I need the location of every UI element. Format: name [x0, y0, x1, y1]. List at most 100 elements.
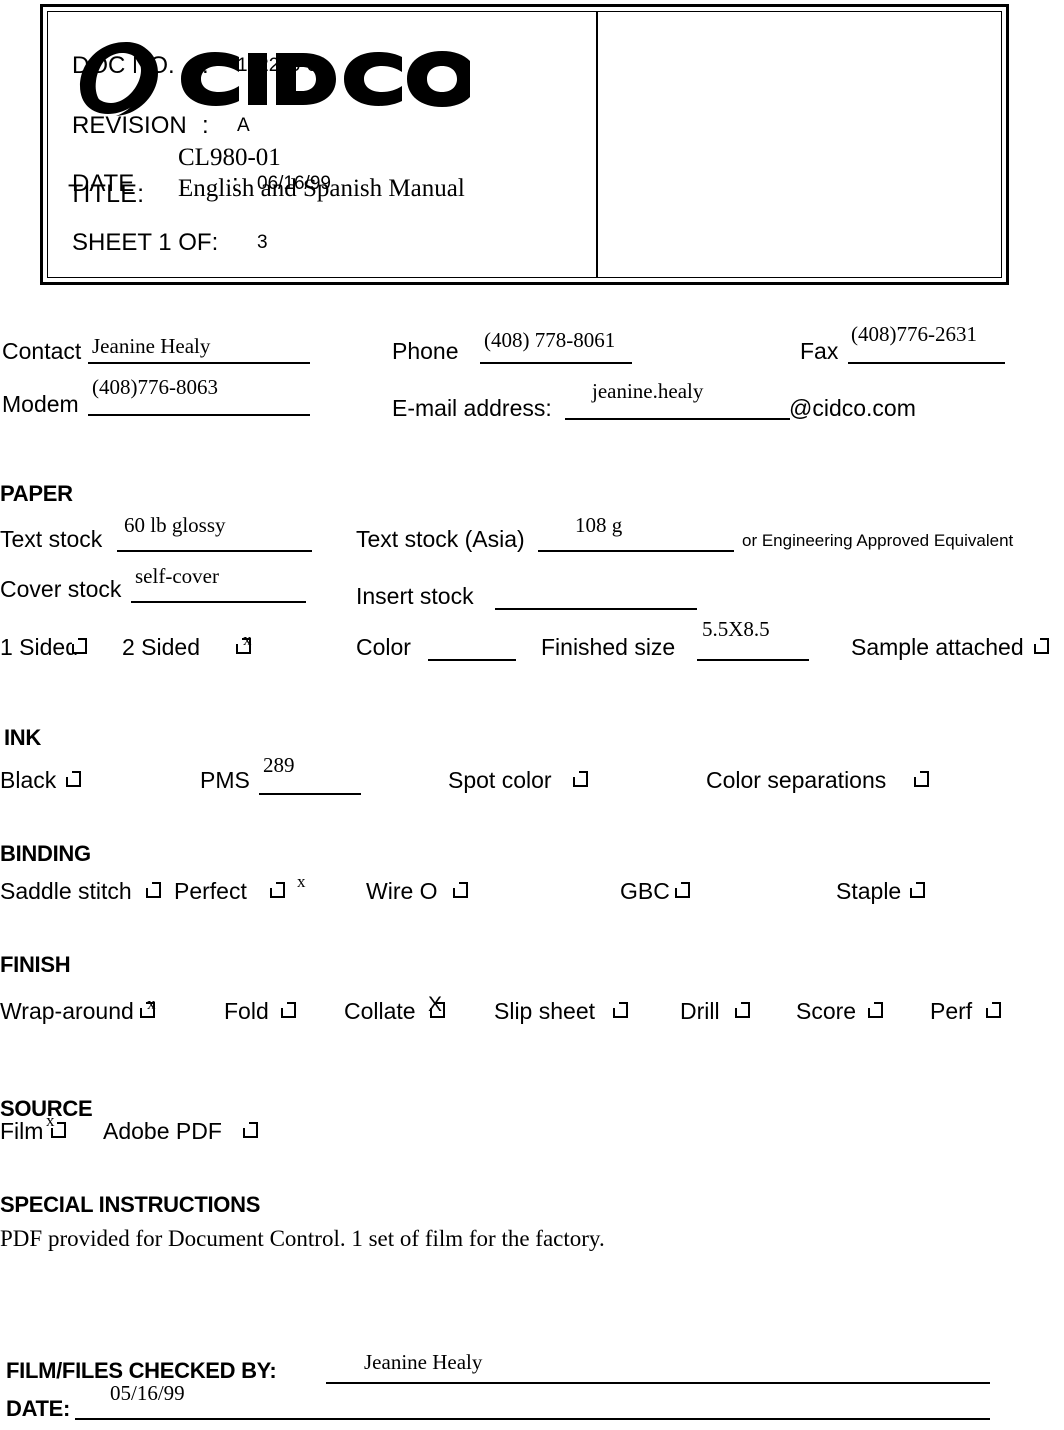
email-field-rule[interactable]	[565, 418, 790, 420]
date-value: 06/16/99	[257, 173, 331, 194]
phone-field-rule[interactable]	[480, 362, 632, 364]
wire-o-label: Wire O	[366, 878, 438, 904]
film-files-checked-by-value: Jeanine Healy	[364, 1350, 483, 1374]
perfect-checkbox[interactable]	[269, 881, 285, 898]
date-label: DATE	[72, 170, 135, 197]
collate-check-mark: X	[428, 993, 443, 1016]
collate-label: Collate	[344, 998, 416, 1024]
text-stock-rule[interactable]	[117, 550, 312, 552]
contact-value: Jeanine Healy	[92, 334, 211, 358]
date-signoff-rule[interactable]	[75, 1418, 990, 1420]
revision-colon: :	[202, 112, 209, 139]
section-heading-binding: BINDING	[0, 841, 91, 866]
score-label: Score	[796, 998, 857, 1024]
doc-no-value: 102230-01	[237, 55, 328, 76]
document-header-inner-border: R TITLE: CL980-01 English and Spanish Ma…	[47, 11, 1002, 278]
saddle-stitch-checkbox[interactable]	[145, 881, 161, 898]
black-checkbox[interactable]	[65, 770, 81, 787]
date-signoff-label: DATE:	[6, 1396, 71, 1421]
fax-value: (408)776-2631	[851, 322, 977, 346]
fax-field-rule[interactable]	[848, 362, 1005, 364]
insert-stock-rule[interactable]	[495, 608, 697, 610]
drill-checkbox[interactable]	[734, 1001, 750, 1018]
score-checkbox[interactable]	[867, 1001, 883, 1018]
film-label: Film	[0, 1118, 44, 1144]
finished-size-value: 5.5X8.5	[702, 617, 770, 641]
revision-label: REVISION	[72, 112, 187, 139]
film-check-mark: x	[46, 1111, 55, 1130]
modem-value: (408)776-8063	[92, 375, 218, 399]
phone-value: (408) 778-8061	[484, 328, 616, 352]
section-heading-ink: INK	[4, 725, 41, 750]
contact-field-rule[interactable]	[88, 362, 310, 364]
text-stock-label: Text stock	[0, 526, 103, 552]
phone-label: Phone	[392, 338, 459, 364]
gbc-label: GBC	[620, 878, 670, 904]
drill-label: Drill	[680, 998, 720, 1024]
spot-color-checkbox[interactable]	[572, 770, 588, 787]
two-sided-label: 2 Sided	[122, 634, 201, 660]
sheet-value: 3	[257, 232, 268, 253]
finished-size-label: Finished size	[541, 634, 676, 660]
section-heading-finish: FINISH	[0, 952, 71, 977]
email-value: jeanine.healy	[592, 379, 704, 403]
two-sided-check-mark: x	[243, 630, 252, 649]
adobe-pdf-checkbox[interactable]	[242, 1121, 258, 1138]
color-separations-label: Color separations	[706, 767, 887, 793]
special-instructions-text: PDF provided for Document Control. 1 set…	[0, 1226, 605, 1251]
fax-label: Fax	[800, 338, 839, 364]
text-stock-asia-value: 108 g	[575, 513, 623, 537]
cover-stock-label: Cover stock	[0, 576, 122, 602]
fold-checkbox[interactable]	[280, 1001, 296, 1018]
gbc-checkbox[interactable]	[674, 881, 690, 898]
date-colon: :	[232, 170, 239, 197]
spot-color-label: Spot color	[448, 767, 552, 793]
one-sided-checkbox[interactable]	[71, 637, 87, 654]
pms-value: 289	[263, 753, 295, 777]
fold-label: Fold	[224, 998, 269, 1024]
document-header-box: R TITLE: CL980-01 English and Spanish Ma…	[40, 4, 1009, 285]
modem-field-rule[interactable]	[88, 414, 310, 416]
slip-sheet-label: Slip sheet	[494, 998, 596, 1024]
title-doc-code: CL980-01	[178, 144, 281, 171]
perf-checkbox[interactable]	[985, 1001, 1001, 1018]
wire-o-checkbox[interactable]	[452, 881, 468, 898]
saddle-stitch-label: Saddle stitch	[0, 878, 132, 904]
perfect-check-mark: x	[297, 872, 306, 891]
color-separations-checkbox[interactable]	[913, 770, 929, 787]
contact-label: Contact	[2, 338, 82, 364]
text-stock-asia-rule[interactable]	[538, 550, 734, 552]
date-signoff-value: 05/16/99	[110, 1381, 185, 1405]
sample-attached-checkbox[interactable]	[1033, 637, 1049, 654]
staple-checkbox[interactable]	[909, 881, 925, 898]
film-files-checked-by-rule[interactable]	[326, 1382, 990, 1384]
revision-value: A	[237, 115, 250, 136]
pms-label: PMS	[200, 767, 250, 793]
finished-size-rule[interactable]	[697, 659, 809, 661]
cover-stock-value: self-cover	[135, 564, 219, 588]
adobe-pdf-label: Adobe PDF	[103, 1118, 222, 1144]
text-stock-asia-label: Text stock (Asia)	[356, 526, 525, 552]
doc-no-label: DOC NO.	[72, 52, 175, 79]
text-stock-value: 60 lb glossy	[124, 513, 226, 537]
modem-label: Modem	[2, 391, 79, 417]
color-rule[interactable]	[428, 659, 516, 661]
sample-attached-label: Sample attached	[851, 634, 1024, 660]
wrap-around-check-mark: x	[147, 994, 156, 1013]
header-vertical-divider	[596, 12, 598, 277]
insert-stock-label: Insert stock	[356, 583, 474, 609]
slip-sheet-checkbox[interactable]	[612, 1001, 628, 1018]
one-sided-label: 1 Sided	[0, 634, 79, 660]
doc-no-colon: :	[202, 52, 209, 79]
wrap-around-label: Wrap-around	[0, 998, 134, 1024]
email-domain: @cidco.com	[789, 395, 916, 421]
cover-stock-rule[interactable]	[131, 601, 306, 603]
section-heading-special-instructions: SPECIAL INSTRUCTIONS	[0, 1192, 261, 1217]
pms-rule[interactable]	[259, 793, 361, 795]
engineering-equivalent-note: or Engineering Approved Equivalent	[742, 531, 1014, 550]
sheet-label: SHEET 1 OF:	[72, 229, 219, 256]
black-label: Black	[0, 767, 57, 793]
color-label: Color	[356, 634, 411, 660]
perfect-label: Perfect	[174, 878, 247, 904]
section-heading-paper: PAPER	[0, 481, 73, 506]
